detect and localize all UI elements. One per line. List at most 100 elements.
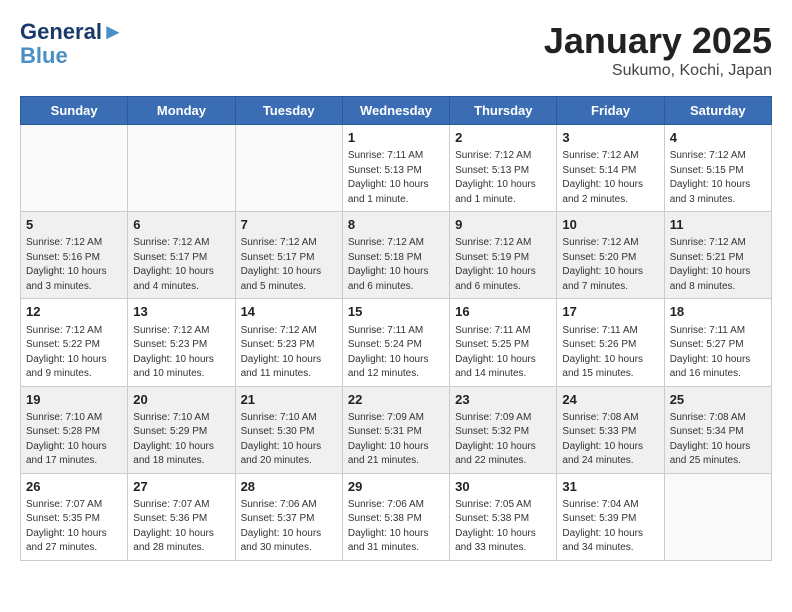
calendar-cell: 23Sunrise: 7:09 AM Sunset: 5:32 PM Dayli… [450, 386, 557, 473]
day-number: 24 [562, 391, 658, 409]
day-number: 19 [26, 391, 122, 409]
day-info: Sunrise: 7:12 AM Sunset: 5:23 PM Dayligh… [241, 324, 337, 382]
calendar-cell: 25 Sunrise: 7:08 AM Sunset: 5:34 PM Dayli… [664, 386, 771, 473]
calendar-cell [664, 473, 771, 560]
calendar-cell: 4Sunrise: 7:12 AM Sunset: 5:15 PM Daylig… [664, 125, 771, 212]
calendar-cell: 6Sunrise: 7:12 AM Sunset: 5:17 PM Daylig… [128, 212, 235, 299]
day-info: Sunrise: 7:11 AM Sunset: 5:25 PM Dayligh… [455, 324, 551, 382]
day-info: Sunrise: 7:10 AM Sunset: 5:30 PM Dayligh… [241, 411, 337, 469]
day-info: Sunrise: 7:08 AM Sunset: 5:34 PM Dayligh… [670, 411, 766, 469]
calendar-cell: 16 Sunrise: 7:11 AM Sunset: 5:25 PM Dayli… [450, 299, 557, 386]
day-info: Sunrise: 7:12 AM Sunset: 5:23 PM Dayligh… [133, 324, 229, 382]
calendar-cell: 10 Sunrise: 7:12 AM Sunset: 5:20 PM Dayli… [557, 212, 664, 299]
calendar-cell: 11Sunrise: 7:12 AM Sunset: 5:21 PM Dayli… [664, 212, 771, 299]
day-info: Sunrise: 7:06 AM Sunset: 5:38 PM Dayligh… [348, 498, 444, 556]
day-number: 30 [455, 478, 551, 496]
day-info: Sunrise: 7:04 AM Sunset: 5:39 PM Dayligh… [562, 498, 658, 556]
day-number: 20 [133, 391, 229, 409]
calendar-cell: 5Sunrise: 7:12 AM Sunset: 5:16 PM Daylig… [21, 212, 128, 299]
weekday-header-thursday: Thursday [450, 97, 557, 125]
day-number: 3 [562, 129, 658, 147]
day-info: Sunrise: 7:06 AM Sunset: 5:37 PM Dayligh… [241, 498, 337, 556]
calendar-cell [21, 125, 128, 212]
weekday-header-row: SundayMondayTuesdayWednesdayThursdayFrid… [21, 97, 772, 125]
calendar-cell: 24 Sunrise: 7:08 AM Sunset: 5:33 PM Dayli… [557, 386, 664, 473]
day-number: 28 [241, 478, 337, 496]
day-info: Sunrise: 7:08 AM Sunset: 5:33 PM Dayligh… [562, 411, 658, 469]
logo-general: General [20, 19, 102, 44]
calendar-cell: 2Sunrise: 7:12 AM Sunset: 5:13 PM Daylig… [450, 125, 557, 212]
title-block: January 2025 Sukumo, Kochi, Japan [544, 20, 772, 80]
calendar-cell: 1 Sunrise: 7:11 AM Sunset: 5:13 PM Daylig… [342, 125, 449, 212]
calendar-cell: 22 Sunrise: 7:09 AM Sunset: 5:31 PM Dayli… [342, 386, 449, 473]
calendar-cell: 26Sunrise: 7:07 AM Sunset: 5:35 PM Dayli… [21, 473, 128, 560]
calendar-cell: 31 Sunrise: 7:04 AM Sunset: 5:39 PM Dayli… [557, 473, 664, 560]
day-number: 27 [133, 478, 229, 496]
calendar-cell: 30 Sunrise: 7:05 AM Sunset: 5:38 PM Dayli… [450, 473, 557, 560]
day-number: 22 [348, 391, 444, 409]
page-header: General► Blue January 2025 Sukumo, Kochi… [20, 20, 772, 80]
day-number: 29 [348, 478, 444, 496]
logo: General► Blue [20, 20, 124, 68]
weekday-header-tuesday: Tuesday [235, 97, 342, 125]
week-row-4: 19 Sunrise: 7:10 AM Sunset: 5:28 PM Dayli… [21, 386, 772, 473]
day-number: 9 [455, 216, 551, 234]
calendar-cell: 13 Sunrise: 7:12 AM Sunset: 5:23 PM Dayli… [128, 299, 235, 386]
day-info: Sunrise: 7:12 AM Sunset: 5:14 PM Dayligh… [562, 149, 658, 207]
calendar-subtitle: Sukumo, Kochi, Japan [544, 62, 772, 80]
weekday-header-sunday: Sunday [21, 97, 128, 125]
day-number: 23 [455, 391, 551, 409]
week-row-2: 5Sunrise: 7:12 AM Sunset: 5:16 PM Daylig… [21, 212, 772, 299]
weekday-header-friday: Friday [557, 97, 664, 125]
day-info: Sunrise: 7:11 AM Sunset: 5:24 PM Dayligh… [348, 324, 444, 382]
day-number: 2 [455, 129, 551, 147]
day-number: 8 [348, 216, 444, 234]
day-number: 17 [562, 303, 658, 321]
day-number: 5 [26, 216, 122, 234]
calendar-cell: 18Sunrise: 7:11 AM Sunset: 5:27 PM Dayli… [664, 299, 771, 386]
calendar-cell: 17 Sunrise: 7:11 AM Sunset: 5:26 PM Dayli… [557, 299, 664, 386]
calendar-cell: 19 Sunrise: 7:10 AM Sunset: 5:28 PM Dayli… [21, 386, 128, 473]
day-number: 16 [455, 303, 551, 321]
calendar-cell: 3 Sunrise: 7:12 AM Sunset: 5:14 PM Daylig… [557, 125, 664, 212]
day-number: 7 [241, 216, 337, 234]
calendar-cell: 28 Sunrise: 7:06 AM Sunset: 5:37 PM Dayli… [235, 473, 342, 560]
day-info: Sunrise: 7:11 AM Sunset: 5:26 PM Dayligh… [562, 324, 658, 382]
calendar-cell: 21Sunrise: 7:10 AM Sunset: 5:30 PM Dayli… [235, 386, 342, 473]
calendar-cell: 12 Sunrise: 7:12 AM Sunset: 5:22 PM Dayli… [21, 299, 128, 386]
day-info: Sunrise: 7:11 AM Sunset: 5:27 PM Dayligh… [670, 324, 766, 382]
day-info: Sunrise: 7:12 AM Sunset: 5:19 PM Dayligh… [455, 236, 551, 294]
day-info: Sunrise: 7:07 AM Sunset: 5:36 PM Dayligh… [133, 498, 229, 556]
day-number: 10 [562, 216, 658, 234]
day-info: Sunrise: 7:12 AM Sunset: 5:17 PM Dayligh… [241, 236, 337, 294]
day-info: Sunrise: 7:05 AM Sunset: 5:38 PM Dayligh… [455, 498, 551, 556]
day-number: 31 [562, 478, 658, 496]
day-number: 13 [133, 303, 229, 321]
calendar-cell: 29 Sunrise: 7:06 AM Sunset: 5:38 PM Dayli… [342, 473, 449, 560]
day-info: Sunrise: 7:12 AM Sunset: 5:17 PM Dayligh… [133, 236, 229, 294]
weekday-header-wednesday: Wednesday [342, 97, 449, 125]
calendar-cell: 14Sunrise: 7:12 AM Sunset: 5:23 PM Dayli… [235, 299, 342, 386]
calendar-cell [235, 125, 342, 212]
day-number: 1 [348, 129, 444, 147]
logo-blue: Blue [20, 44, 124, 68]
day-info: Sunrise: 7:12 AM Sunset: 5:22 PM Dayligh… [26, 324, 122, 382]
day-info: Sunrise: 7:10 AM Sunset: 5:28 PM Dayligh… [26, 411, 122, 469]
day-info: Sunrise: 7:09 AM Sunset: 5:31 PM Dayligh… [348, 411, 444, 469]
day-info: Sunrise: 7:07 AM Sunset: 5:35 PM Dayligh… [26, 498, 122, 556]
day-info: Sunrise: 7:11 AM Sunset: 5:13 PM Dayligh… [348, 149, 444, 207]
calendar-cell: 8 Sunrise: 7:12 AM Sunset: 5:18 PM Daylig… [342, 212, 449, 299]
day-number: 12 [26, 303, 122, 321]
day-info: Sunrise: 7:12 AM Sunset: 5:18 PM Dayligh… [348, 236, 444, 294]
day-info: Sunrise: 7:10 AM Sunset: 5:29 PM Dayligh… [133, 411, 229, 469]
day-info: Sunrise: 7:12 AM Sunset: 5:20 PM Dayligh… [562, 236, 658, 294]
calendar-cell: 7 Sunrise: 7:12 AM Sunset: 5:17 PM Daylig… [235, 212, 342, 299]
week-row-5: 26Sunrise: 7:07 AM Sunset: 5:35 PM Dayli… [21, 473, 772, 560]
weekday-header-monday: Monday [128, 97, 235, 125]
weekday-header-saturday: Saturday [664, 97, 771, 125]
day-number: 15 [348, 303, 444, 321]
day-number: 25 [670, 391, 766, 409]
calendar-cell: 15 Sunrise: 7:11 AM Sunset: 5:24 PM Dayli… [342, 299, 449, 386]
day-info: Sunrise: 7:12 AM Sunset: 5:15 PM Dayligh… [670, 149, 766, 207]
week-row-3: 12 Sunrise: 7:12 AM Sunset: 5:22 PM Dayli… [21, 299, 772, 386]
